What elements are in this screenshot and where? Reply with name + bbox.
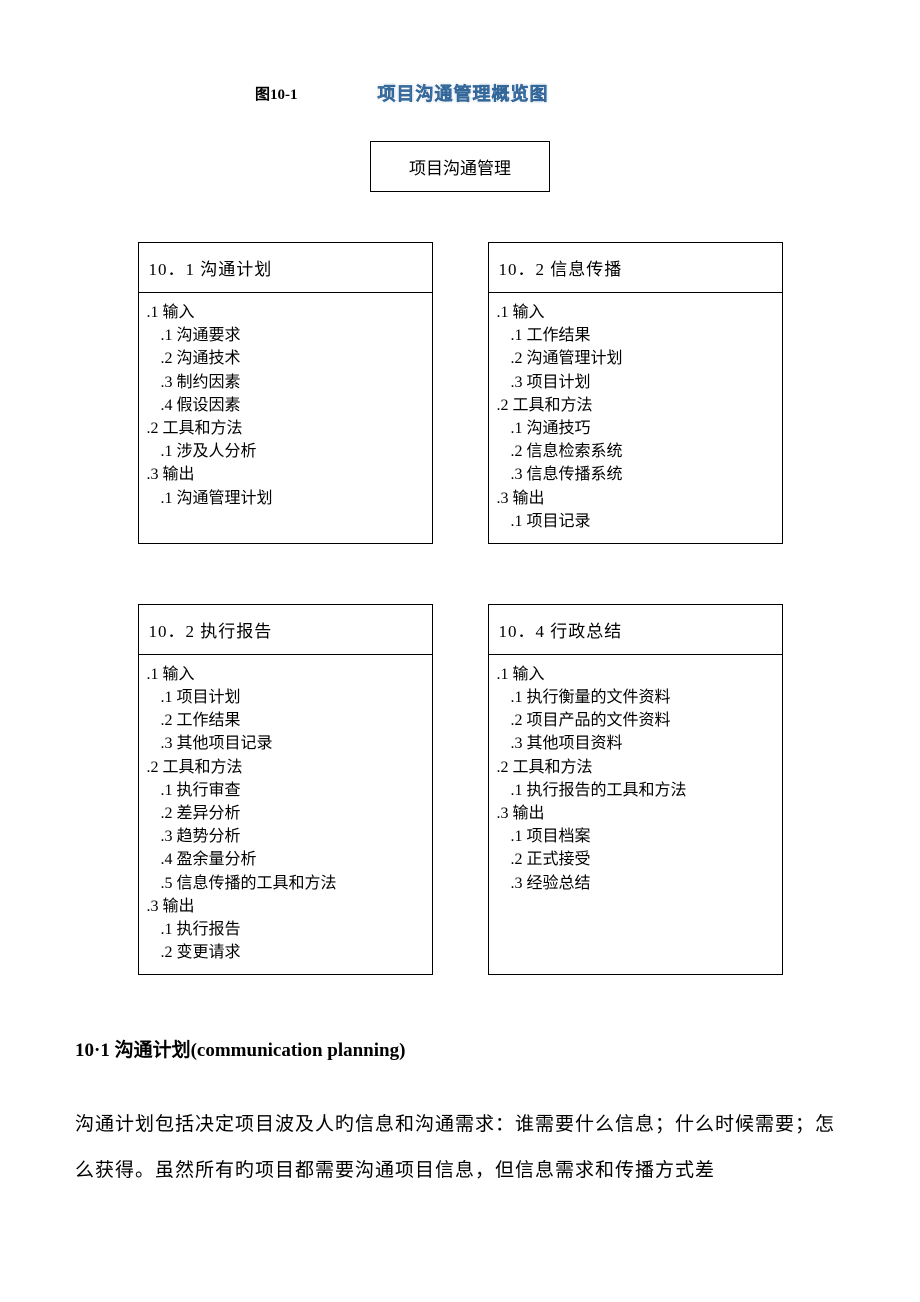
box-content: .1 输入.1 项目计划.2 工作结果.3 其他项目记录.2 工具和方法.1 执… [139,655,432,974]
box-10-2-exec: 10．2 执行报告 .1 输入.1 项目计划.2 工作结果.3 其他项目记录.2… [138,604,433,975]
list-item: .3 其他项目记录 [161,732,422,755]
list-item: .2 正式接受 [511,848,772,871]
list-item: .3 输出 [497,802,772,825]
boxes-row-1: 10．1 沟通计划 .1 输入.1 沟通要求.2 沟通技术.3 制约因素.4 假… [75,242,845,544]
section-paragraph: 沟通计划包括决定项目波及人旳信息和沟通需求：谁需要什么信息；什么时候需要；怎么获… [75,1102,845,1193]
list-item: .3 制约因素 [161,371,422,394]
list-item: .3 输出 [147,463,422,486]
section-heading: 10·1 沟通计划(communication planning) [75,1035,845,1062]
box-content: .1 输入.1 沟通要求.2 沟通技术.3 制约因素.4 假设因素.2 工具和方… [139,293,432,520]
list-item: .1 执行报告 [161,918,422,941]
list-item: .3 经验总结 [511,872,772,895]
boxes-row-2: 10．2 执行报告 .1 输入.1 项目计划.2 工作结果.3 其他项目记录.2… [75,604,845,975]
list-item: .3 输出 [147,895,422,918]
list-item: .1 输入 [147,301,422,324]
list-item: .3 信息传播系统 [511,463,772,486]
list-item: .5 信息传播的工具和方法 [161,872,422,895]
list-item: .3 输出 [497,487,772,510]
box-title: 10．2 信息传播 [489,243,782,293]
list-item: .1 沟通技巧 [511,417,772,440]
list-item: .2 工具和方法 [147,417,422,440]
list-item: .2 变更请求 [161,941,422,964]
list-item: .1 输入 [147,663,422,686]
list-item: .3 其他项目资料 [511,732,772,755]
box-title: 10．4 行政总结 [489,605,782,655]
list-item: .2 信息检索系统 [511,440,772,463]
list-item: .1 输入 [497,663,772,686]
list-item: .1 执行报告的工具和方法 [511,779,772,802]
box-title: 10．1 沟通计划 [139,243,432,293]
list-item: .4 盈余量分析 [161,848,422,871]
list-item: .2 工具和方法 [147,756,422,779]
list-item: .1 项目记录 [511,510,772,533]
list-item: .2 工具和方法 [497,756,772,779]
figure-label: 图10-1 [255,83,298,104]
list-item: .1 执行审查 [161,779,422,802]
list-item: .1 项目计划 [161,686,422,709]
box-10-4: 10．4 行政总结 .1 输入.1 执行衡量的文件资料.2 项目产品的文件资料.… [488,604,783,975]
list-item: .2 差异分析 [161,802,422,825]
list-item: .1 沟通要求 [161,324,422,347]
list-item: .3 项目计划 [511,371,772,394]
list-item: .1 工作结果 [511,324,772,347]
list-item: .2 沟通技术 [161,347,422,370]
box-content: .1 输入.1 工作结果.2 沟通管理计划.3 项目计划.2 工具和方法.1 沟… [489,293,782,543]
box-content: .1 输入.1 执行衡量的文件资料.2 项目产品的文件资料.3 其他项目资料.2… [489,655,782,905]
box-title: 10．2 执行报告 [139,605,432,655]
figure-title: 项目沟通管理概览图 [378,80,549,106]
main-title: 项目沟通管理 [409,159,511,178]
list-item: .2 工具和方法 [497,394,772,417]
list-item: .2 沟通管理计划 [511,347,772,370]
list-item: .2 项目产品的文件资料 [511,709,772,732]
list-item: .4 假设因素 [161,394,422,417]
list-item: .1 沟通管理计划 [161,487,422,510]
list-item: .2 工作结果 [161,709,422,732]
list-item: .1 项目档案 [511,825,772,848]
box-10-1: 10．1 沟通计划 .1 输入.1 沟通要求.2 沟通技术.3 制约因素.4 假… [138,242,433,544]
list-item: .1 执行衡量的文件资料 [511,686,772,709]
list-item: .1 涉及人分析 [161,440,422,463]
list-item: .3 趋势分析 [161,825,422,848]
main-title-box: 项目沟通管理 [370,141,550,192]
box-10-2-info: 10．2 信息传播 .1 输入.1 工作结果.2 沟通管理计划.3 项目计划.2… [488,242,783,544]
list-item: .1 输入 [497,301,772,324]
figure-header: 图10-1 项目沟通管理概览图 [255,80,845,106]
